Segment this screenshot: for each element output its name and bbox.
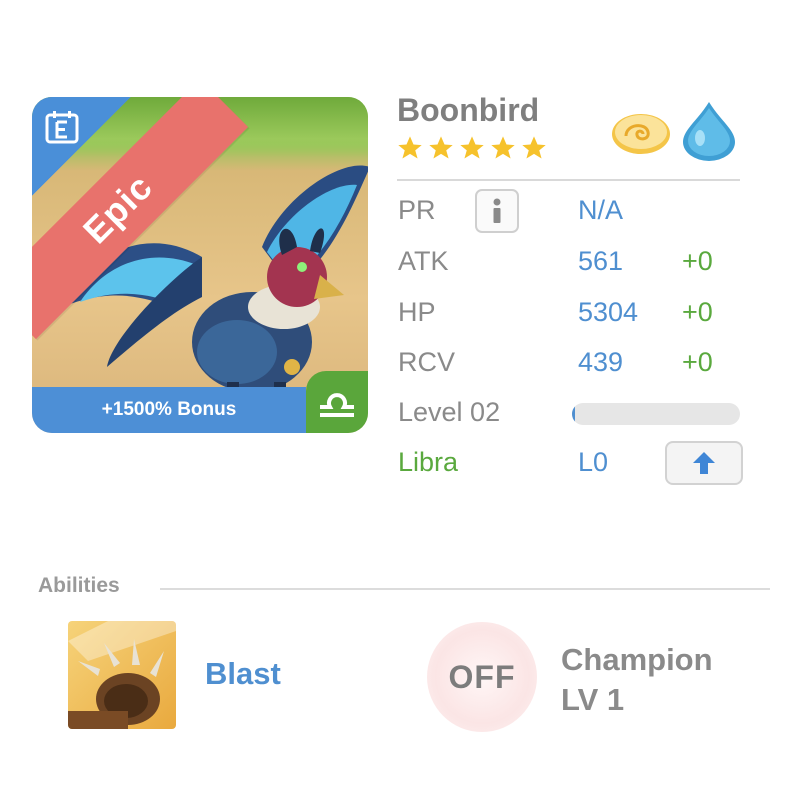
- champion-name: Champion: [561, 642, 713, 677]
- zodiac-upgrade-button[interactable]: [665, 441, 743, 485]
- hp-bonus: +0: [682, 297, 713, 327]
- atk-value: 561: [578, 246, 624, 276]
- zodiac-badge: [306, 371, 368, 433]
- arrow-up-icon: [693, 452, 715, 474]
- star-icon: [460, 136, 484, 159]
- bonus-text: +1500% Bonus: [101, 399, 237, 420]
- champion-toggle[interactable]: OFF: [427, 622, 537, 732]
- monster-card[interactable]: Epic +1500% Bonus: [32, 97, 368, 433]
- skill-icon-button[interactable]: [68, 621, 176, 729]
- skill-name[interactable]: Blast: [205, 656, 281, 692]
- water-drop-icon: [683, 102, 735, 161]
- abilities-heading: Abilities: [38, 574, 120, 597]
- level-label: Level 02: [398, 397, 501, 427]
- star-icon: [522, 136, 546, 159]
- pr-value: N/A: [578, 195, 624, 225]
- atk-bonus: +0: [682, 246, 713, 276]
- wind-cloud-icon: [612, 114, 670, 154]
- level-progress-bar: [572, 403, 740, 425]
- star-rating: [396, 134, 548, 162]
- champion-state: OFF: [448, 658, 516, 695]
- monster-name: Boonbird: [397, 92, 540, 128]
- abilities-divider: [160, 588, 770, 590]
- header-divider: [397, 179, 740, 181]
- zodiac-label: Libra: [398, 447, 459, 477]
- info-icon: [493, 198, 501, 223]
- bonus-banner: +1500% Bonus: [32, 387, 306, 433]
- pr-label: PR: [398, 195, 436, 225]
- paw-claw-icon: [68, 621, 176, 729]
- star-icon: [429, 136, 453, 159]
- rcv-label: RCV: [398, 347, 456, 377]
- level-progress-fill: [572, 403, 576, 425]
- champion-level: LV 1: [561, 682, 625, 717]
- star-icon: [491, 136, 515, 159]
- libra-icon: [320, 393, 354, 417]
- atk-label: ATK: [398, 246, 449, 276]
- hp-value: 5304: [578, 297, 639, 327]
- star-icon: [398, 136, 422, 159]
- calendar-e-icon: [45, 111, 79, 144]
- pr-info-button[interactable]: [475, 189, 519, 233]
- zodiac-value: L0: [578, 447, 609, 477]
- hp-label: HP: [398, 297, 436, 327]
- rcv-bonus: +0: [682, 347, 713, 377]
- champion-info: Champion LV 1: [561, 640, 713, 720]
- rcv-value: 439: [578, 347, 624, 377]
